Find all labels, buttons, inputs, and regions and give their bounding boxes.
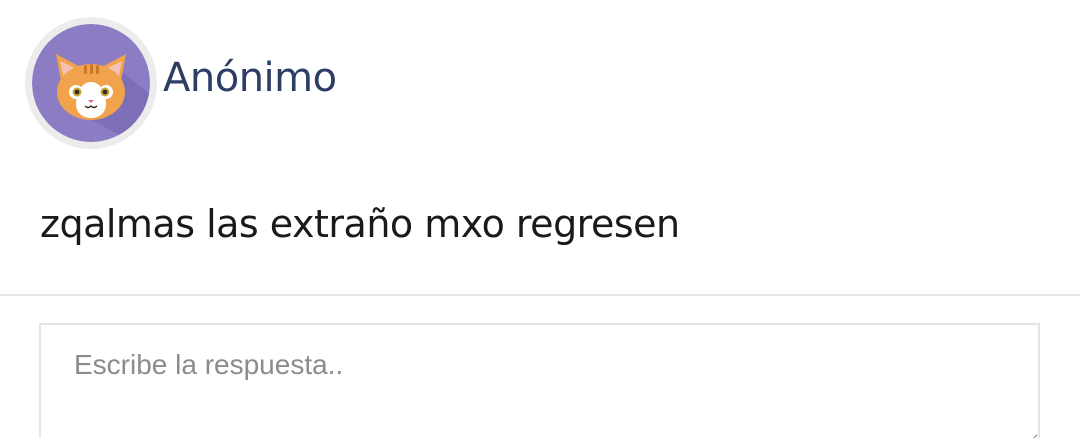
reply-box [39,323,1040,438]
cat-avatar-icon [32,24,150,142]
author-name[interactable]: Anónimo [163,52,337,104]
post-message: zqalmas las extraño mxo regresen [40,202,680,246]
divider [0,294,1080,296]
avatar[interactable] [25,17,157,149]
post-card: Anónimo zqalmas las extraño mxo regresen [0,0,1080,438]
reply-input[interactable] [41,325,1038,438]
